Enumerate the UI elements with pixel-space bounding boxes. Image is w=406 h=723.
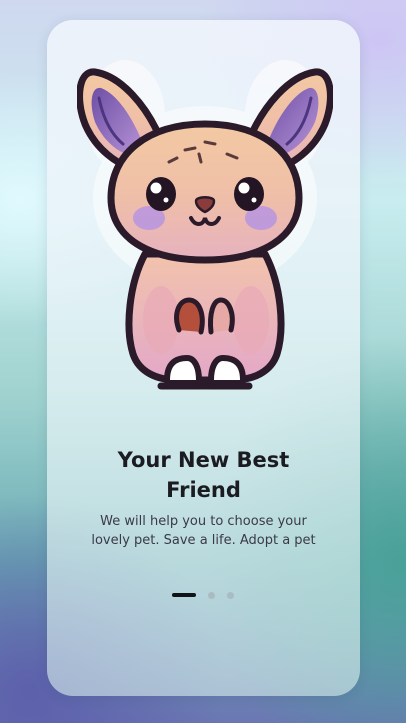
- title-line-2: Friend: [166, 478, 241, 502]
- page-dot-3[interactable]: [227, 591, 234, 599]
- onboarding-title: Your New Best Friend: [47, 445, 360, 505]
- onboarding-subtitle: We will help you to choose your lovely p…: [67, 512, 340, 550]
- page-dot-2[interactable]: [208, 591, 215, 599]
- page-dot-1-active[interactable]: [172, 593, 196, 597]
- subtitle-line-2: lovely pet. Save a life. Adopt a pet: [91, 533, 316, 548]
- subtitle-line-1: We will help you to choose your: [100, 514, 307, 529]
- page-indicator: [172, 591, 234, 599]
- bunny-illustration: [77, 60, 333, 390]
- onboarding-card: Your New Best Friend We will help you to…: [47, 20, 360, 696]
- title-line-1: Your New Best: [117, 448, 290, 472]
